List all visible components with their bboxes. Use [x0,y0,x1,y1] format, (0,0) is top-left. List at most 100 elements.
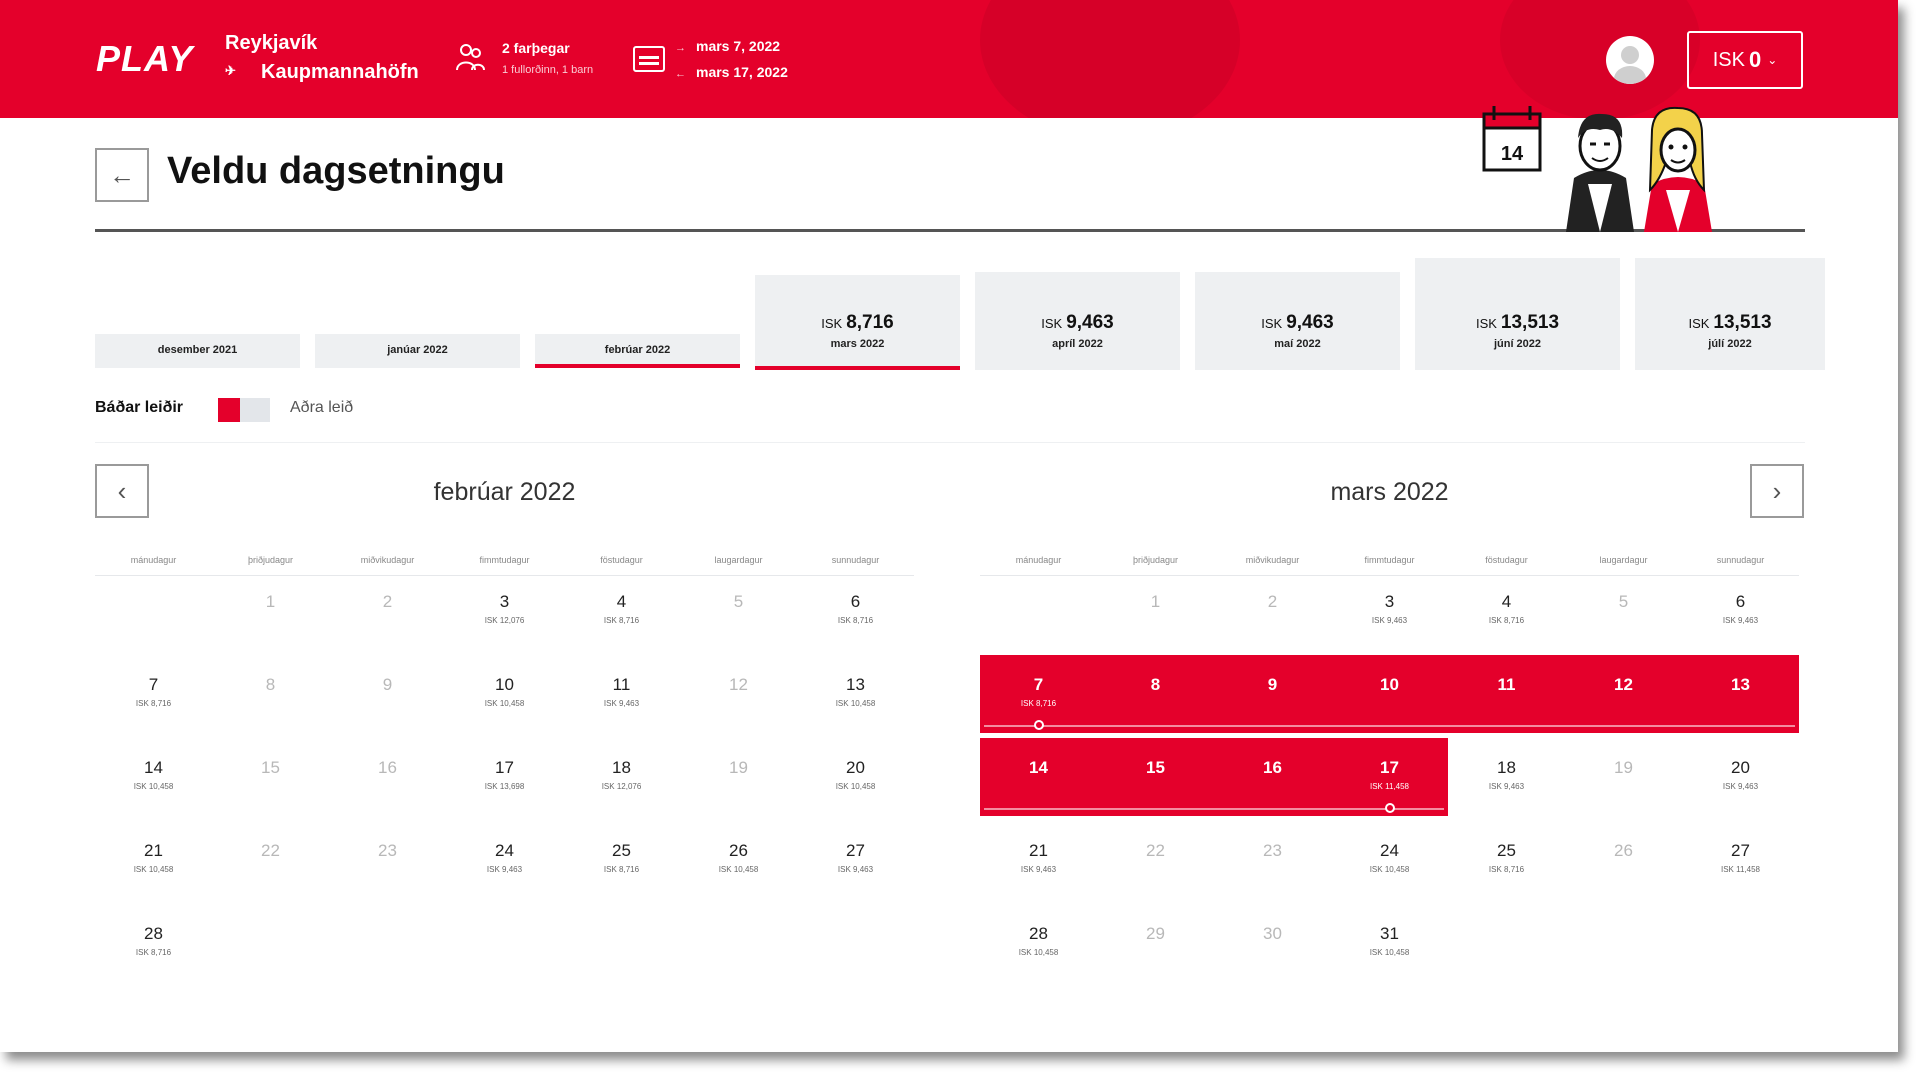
month-tab[interactable]: janúar 2022 [315,334,520,368]
day-number: 1 [265,592,276,611]
calendar-day[interactable]: 3 ISK 9,463 [1335,592,1445,625]
day-number: 9 [382,675,393,694]
calendar-day[interactable]: 8 [1101,675,1211,699]
play-logo[interactable]: PLAY [96,38,193,80]
calendar-day[interactable]: 6 ISK 8,716 [801,592,911,625]
day-price: ISK 10,458 [1369,948,1410,957]
month-tab-currency: ISK [1475,316,1497,331]
range-track [984,725,1795,727]
day-number: 8 [1150,675,1161,694]
calendar-day[interactable]: 17 ISK 13,698 [450,758,560,791]
weekday-divider [95,575,914,576]
calendar-day[interactable]: 12 [1569,675,1679,699]
month-tab-amount: 9,463 [1286,312,1334,333]
day-number: 10 [1380,675,1399,694]
day-price: ISK 9,463 [1722,782,1759,791]
calendar-day[interactable]: 25 ISK 8,716 [1452,841,1562,874]
calendar-icon [633,46,665,72]
calendar-day[interactable]: 4 ISK 8,716 [567,592,677,625]
month-tab[interactable]: ISK 13,513 júlí 2022 [1635,258,1825,370]
legend-swatch-one-way[interactable] [240,398,270,422]
prev-month-button[interactable]: ‹ [95,464,149,518]
calendar-day[interactable]: 3 ISK 12,076 [450,592,560,625]
calendar-day[interactable]: 16 [1218,758,1328,782]
calendar-day[interactable]: 26 ISK 10,458 [684,841,794,874]
day-number: 11 [612,675,631,694]
day-number: 7 [1033,675,1044,694]
calendar-day[interactable]: 11 [1452,675,1562,699]
month-tab[interactable]: ISK 9,463 maí 2022 [1195,272,1400,370]
calendar-day[interactable]: 24 ISK 9,463 [450,841,560,874]
calendar-day: 19 [684,758,794,782]
calendar-day[interactable]: 18 ISK 9,463 [1452,758,1562,791]
calendar-day[interactable]: 27 ISK 9,463 [801,841,911,874]
day-number: 23 [1263,841,1282,860]
calendar-day: 5 [1569,592,1679,616]
day-number: 18 [1497,758,1516,777]
calendar-day[interactable]: 17 ISK 11,458 [1335,758,1445,791]
calendar-day[interactable]: 10 [1335,675,1445,699]
day-price: ISK 10,458 [1018,948,1059,957]
calendar-day[interactable]: 7 ISK 8,716 [99,675,209,708]
calendar-day[interactable]: 20 ISK 10,458 [801,758,911,791]
calendar-day[interactable]: 9 [1218,675,1328,699]
day-number: 17 [1380,758,1399,777]
day-price: ISK 10,458 [835,699,876,708]
calendar-day[interactable]: 18 ISK 12,076 [567,758,677,791]
calendar-day[interactable]: 7 ISK 8,716 [984,675,1094,708]
day-number: 1 [1150,592,1161,611]
month-tab[interactable]: ISK 8,716 mars 2022 [755,275,960,370]
month-tab-currency: ISK [1688,316,1710,331]
month-tab-amount: 13,513 [1713,312,1772,333]
month-tab-label: mars 2022 [830,338,885,350]
map-decoration [980,0,1240,118]
calendar-day[interactable]: 11 ISK 9,463 [567,675,677,708]
calendar-day[interactable]: 21 ISK 9,463 [984,841,1094,874]
day-number: 21 [1029,841,1048,860]
origin-city: Reykjavík [225,32,318,54]
calendar-day[interactable]: 10 ISK 10,458 [450,675,560,708]
day-price: ISK 8,716 [837,616,874,625]
calendar-day[interactable]: 28 ISK 10,458 [984,924,1094,957]
day-number: 3 [499,592,510,611]
month-tab[interactable]: ISK 13,513 júní 2022 [1415,258,1620,370]
user-avatar[interactable] [1606,36,1654,84]
calendar-day[interactable]: 24 ISK 10,458 [1335,841,1445,874]
legend-swatch-both[interactable] [218,398,240,422]
calendar-day[interactable]: 14 ISK 10,458 [99,758,209,791]
calendar-day[interactable]: 13 [1686,675,1796,699]
calendar-day[interactable]: 4 ISK 8,716 [1452,592,1562,625]
route-summary[interactable]: Reykjavík ✈ Kaupmannahöfn [225,32,419,84]
calendar-day[interactable]: 15 [1101,758,1211,782]
calendar-day[interactable]: 28 ISK 8,716 [99,924,209,957]
calendar-day[interactable]: 6 ISK 9,463 [1686,592,1796,625]
month-tab[interactable]: desember 2021 [95,334,300,368]
calendar-day[interactable]: 27 ISK 11,458 [1686,841,1796,874]
day-price: ISK 13,698 [484,782,525,791]
day-number: 14 [144,758,163,777]
month-tab[interactable]: febrúar 2022 [535,334,740,368]
weekday-label: laugardagur [1599,555,1648,565]
next-month-button[interactable]: › [1750,464,1804,518]
month-tab[interactable]: ISK 9,463 apríl 2022 [975,272,1180,370]
month-tab-amount: 13,513 [1500,312,1560,333]
day-number: 21 [144,841,163,860]
calendar-day: 19 [1569,758,1679,782]
calendar-day[interactable]: 14 [984,758,1094,782]
passenger-count: 2 farþegar [502,40,570,56]
month-tab-label: febrúar 2022 [604,344,671,356]
range-endpoint-handle[interactable] [1384,803,1395,813]
calendar-day[interactable]: 20 ISK 9,463 [1686,758,1796,791]
back-button[interactable]: ← [95,148,149,202]
cart-total-button[interactable]: ISK 0 ⌄ [1687,31,1803,89]
calendar-day[interactable]: 13 ISK 10,458 [801,675,911,708]
calendar-day[interactable]: 21 ISK 10,458 [99,841,209,874]
range-track [984,808,1444,810]
arrow-right-icon: → [675,42,686,54]
calendar-day: 16 [333,758,443,782]
calendar-day[interactable]: 31 ISK 10,458 [1335,924,1445,957]
day-number: 13 [846,675,865,694]
range-endpoint-handle[interactable] [1033,720,1044,730]
day-price: ISK 10,458 [1369,865,1410,874]
calendar-day[interactable]: 25 ISK 8,716 [567,841,677,874]
